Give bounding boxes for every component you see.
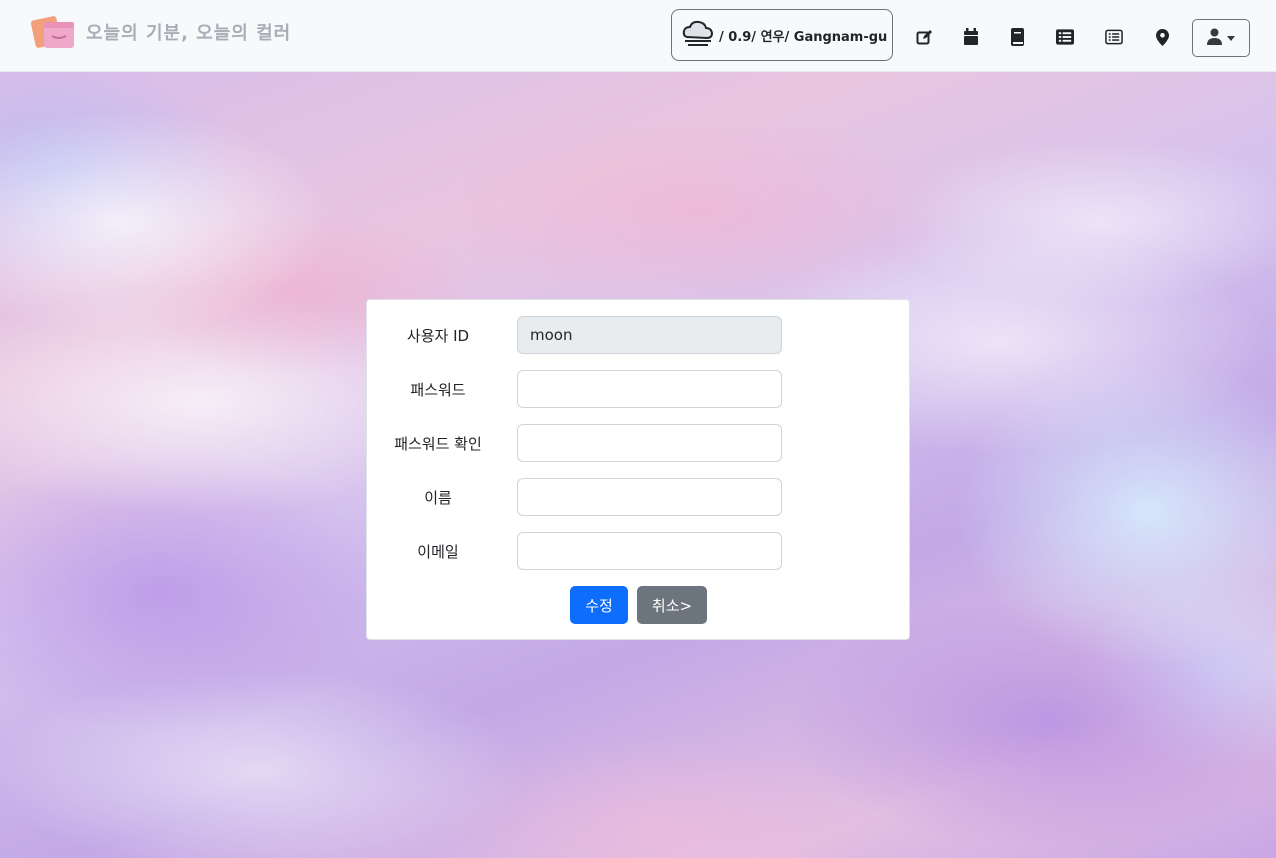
- form-row-name: 이름: [367, 478, 911, 516]
- cancel-button[interactable]: 취소>: [637, 586, 707, 624]
- map-marker-icon[interactable]: [1153, 28, 1171, 46]
- password-confirm-label: 패스워드 확인: [394, 434, 482, 453]
- user-menu-button[interactable]: [1192, 19, 1250, 57]
- profile-edit-form: 사용자 ID 패스워드 패스워드 확인 이름 이메일 수정 취소>: [366, 299, 910, 640]
- password-label: 패스워드: [410, 380, 466, 399]
- navbar: 오늘의 기분, 오늘의 컬러 / 0.9/ 연우/ Gangnam-gu: [0, 0, 1276, 72]
- chevron-down-icon: [1227, 35, 1235, 41]
- user-icon: [1207, 28, 1222, 49]
- password-field[interactable]: [517, 370, 782, 408]
- cloud-weather-icon: [681, 17, 715, 53]
- brand[interactable]: 오늘의 기분, 오늘의 컬러: [30, 12, 291, 52]
- list-alt-icon[interactable]: [1105, 28, 1123, 46]
- name-label: 이름: [424, 488, 452, 507]
- form-row-userid: 사용자 ID: [367, 316, 911, 354]
- notebook-logo-icon: [30, 12, 80, 52]
- edit-icon[interactable]: [915, 28, 933, 46]
- form-row-email: 이메일: [367, 532, 911, 570]
- email-field[interactable]: [517, 532, 782, 570]
- book-icon[interactable]: [1008, 28, 1026, 46]
- calendar-icon[interactable]: [962, 28, 980, 46]
- userid-field[interactable]: [517, 316, 782, 354]
- weather-status-text: / 0.9/ 연우/ Gangnam-gu: [719, 29, 888, 45]
- form-row-password: 패스워드: [367, 370, 911, 408]
- password-confirm-field[interactable]: [517, 424, 782, 462]
- weather-status: / 0.9/ 연우/ Gangnam-gu: [671, 9, 893, 61]
- form-row-password-confirm: 패스워드 확인: [367, 424, 911, 462]
- name-field[interactable]: [517, 478, 782, 516]
- submit-button[interactable]: 수정: [570, 586, 628, 624]
- email-label: 이메일: [417, 542, 459, 561]
- list-icon[interactable]: [1056, 28, 1074, 46]
- userid-label: 사용자 ID: [406, 326, 470, 345]
- brand-title: 오늘의 기분, 오늘의 컬러: [86, 23, 292, 44]
